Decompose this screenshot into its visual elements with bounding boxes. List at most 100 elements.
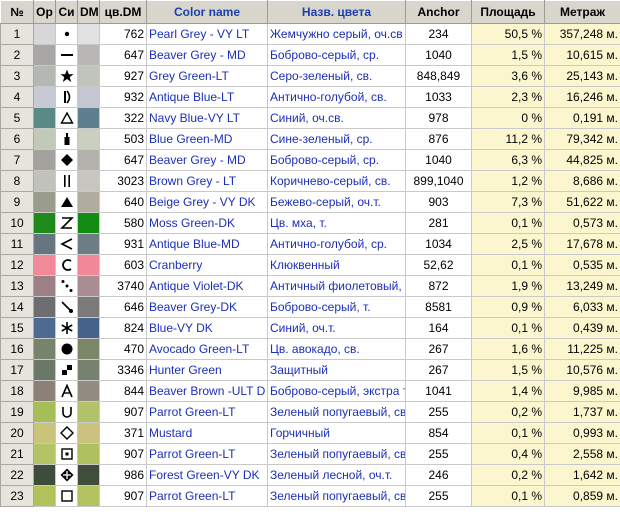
thread-length: 6,033 м.	[544, 296, 620, 318]
table-row[interactable]: 6 503 Blue Green-MD Сине-зеленый, ср. 876 11,…	[0, 128, 620, 150]
original-color-swatch	[33, 380, 56, 402]
dash-symbol-icon	[55, 44, 78, 66]
row-number: 5	[0, 107, 34, 129]
row-number: 19	[0, 401, 34, 423]
anchor-code: 1041	[405, 380, 472, 402]
dm-code: 470	[99, 338, 147, 360]
russian-color-name: Жемчужно серый, оч.св	[267, 23, 406, 45]
diamond-symbol-icon	[55, 149, 78, 171]
thread-length: 10,576 м.	[544, 359, 620, 381]
thread-length: 0,191 м.	[544, 107, 620, 129]
table-row[interactable]: 18 844 Beaver Brown -ULT D Боброво-серый, э…	[0, 380, 620, 402]
table-row[interactable]: 15 824 Blue-VY DK Синий, оч.т. 164 0,1 % 0,439…	[0, 317, 620, 339]
table-row[interactable]: 19 907 Parrot Green-LT Зеленый попугаевый, …	[0, 401, 620, 423]
dm-code: 322	[99, 107, 147, 129]
table-row[interactable]: 4 932 Antique Blue-LT Антично-голубой, св. 1…	[0, 86, 620, 108]
square-outline-symbol-icon	[55, 485, 78, 507]
dm-color-swatch	[77, 380, 100, 402]
dm-code: 371	[99, 422, 147, 444]
table-row[interactable]: 20 371 Mustard Горчичный 854 0,1 % 0,993 м.	[0, 422, 620, 444]
dm-color-swatch	[77, 443, 100, 465]
table-row[interactable]: 9 640 Beige Grey - VY DK Бежево-серый, оч.т…	[0, 191, 620, 213]
table-row[interactable]: 14 646 Beaver Grey-DK Боброво-серый, т. 8581…	[0, 296, 620, 318]
column-header-color-name[interactable]: Color name	[146, 0, 268, 24]
table-row[interactable]: 10 580 Moss Green-DK Цв. мха, т. 281 0,1 % 0,5…	[0, 212, 620, 234]
thread-length: 1,737 м.	[544, 401, 620, 423]
russian-color-name: Боброво-серый, ср.	[267, 44, 406, 66]
dm-code: 907	[99, 443, 147, 465]
original-color-swatch	[33, 275, 56, 297]
table-row[interactable]: 2 647 Beaver Grey - MD Боброво-серый, ср. 10…	[0, 44, 620, 66]
color-name: Avocado Green-LT	[146, 338, 268, 360]
dm-code: 932	[99, 86, 147, 108]
russian-color-name: Клюквенный	[267, 254, 406, 276]
table-row[interactable]: 13 3740 Antique Violet-DK Античный фиолетов…	[0, 275, 620, 297]
anchor-code: 854	[405, 422, 472, 444]
row-number: 14	[0, 296, 34, 318]
column-header-original[interactable]: Ор	[33, 0, 56, 24]
anchor-code: 1033	[405, 86, 472, 108]
color-name: Cranberry	[146, 254, 268, 276]
diamond-outline-symbol-icon	[55, 422, 78, 444]
column-header-area[interactable]: Площадь	[471, 0, 545, 24]
table-row[interactable]: 3 927 Grey Green-LT Серо-зеленый, св. 848,84…	[0, 65, 620, 87]
row-number: 22	[0, 464, 34, 486]
thread-length: 9,985 м.	[544, 380, 620, 402]
anchor-code: 255	[405, 401, 472, 423]
dm-color-swatch	[77, 254, 100, 276]
area-percent: 0,1 %	[471, 212, 545, 234]
row-number: 3	[0, 65, 34, 87]
dm-code: 931	[99, 233, 147, 255]
area-percent: 2,5 %	[471, 233, 545, 255]
ibar-symbol-icon	[55, 86, 78, 108]
triangle-outline-symbol-icon	[55, 107, 78, 129]
original-color-swatch	[33, 149, 56, 171]
russian-color-name: Цв. авокадо, св.	[267, 338, 406, 360]
original-color-swatch	[33, 464, 56, 486]
table-row[interactable]: 7 647 Beaver Grey - MD Боброво-серый, ср. 10…	[0, 149, 620, 171]
table-row[interactable]: 1 762 Pearl Grey - VY LT Жемчужно серый, оч…	[0, 23, 620, 45]
russian-color-name: Зеленый попугаевый, св	[267, 401, 406, 423]
table-row[interactable]: 22 986 Forest Green-VY DK Зеленый лесной, о…	[0, 464, 620, 486]
row-number: 17	[0, 359, 34, 381]
dm-color-swatch	[77, 275, 100, 297]
table-row[interactable]: 11 931 Antique Blue-MD Антично-голубой, ср.…	[0, 233, 620, 255]
area-percent: 0,1 %	[471, 422, 545, 444]
table-row[interactable]: 5 322 Navy Blue-VY LT Синий, оч.св. 978 0 % 0,…	[0, 107, 620, 129]
thread-length: 11,225 м.	[544, 338, 620, 360]
c-symbol-icon	[55, 254, 78, 276]
dm-code: 762	[99, 23, 147, 45]
column-header-anchor[interactable]: Anchor	[405, 0, 472, 24]
column-header-russian-name[interactable]: Назв. цвета	[267, 0, 406, 24]
russian-color-name: Боброво-серый, экстра т	[267, 380, 406, 402]
table-row[interactable]: 16 470 Avocado Green-LT Цв. авокадо, св. 267…	[0, 338, 620, 360]
column-header-symbol[interactable]: Си	[55, 0, 78, 24]
table-row[interactable]: 21 907 Parrot Green-LT Зеленый попугаевый, …	[0, 443, 620, 465]
russian-color-name: Бежево-серый, оч.т.	[267, 191, 406, 213]
dm-code: 580	[99, 212, 147, 234]
thread-length: 0,993 м.	[544, 422, 620, 444]
table-row[interactable]: 8 3023 Brown Grey - LT Коричнево-серый, св.…	[0, 170, 620, 192]
anchor-code: 8581	[405, 296, 472, 318]
area-percent: 11,2 %	[471, 128, 545, 150]
dm-color-swatch	[77, 191, 100, 213]
table-row[interactable]: 12 603 Cranberry Клюквенный 52,62 0,1 % 0,535 …	[0, 254, 620, 276]
area-percent: 1,2 %	[471, 170, 545, 192]
thread-length: 2,558 м.	[544, 443, 620, 465]
column-header-dm-code[interactable]: цв.DM	[99, 0, 147, 24]
table-row[interactable]: 17 3346 Hunter Green Защитный 267 1,5 % 10,576…	[0, 359, 620, 381]
dm-code: 986	[99, 464, 147, 486]
dots3-symbol-icon	[55, 275, 78, 297]
row-number: 2	[0, 44, 34, 66]
row-number: 20	[0, 422, 34, 444]
area-percent: 1,5 %	[471, 44, 545, 66]
column-header-dm-color[interactable]: DM	[77, 0, 100, 24]
row-number: 21	[0, 443, 34, 465]
column-header-length[interactable]: Метраж	[544, 0, 620, 24]
color-name: Forest Green-VY DK	[146, 464, 268, 486]
anchor-code: 899,1040	[405, 170, 472, 192]
table-row[interactable]: 23 907 Parrot Green-LT Зеленый попугаевый, …	[0, 485, 620, 507]
color-name: Antique Blue-LT	[146, 86, 268, 108]
column-header-number[interactable]: №	[0, 0, 34, 24]
area-percent: 0,9 %	[471, 296, 545, 318]
